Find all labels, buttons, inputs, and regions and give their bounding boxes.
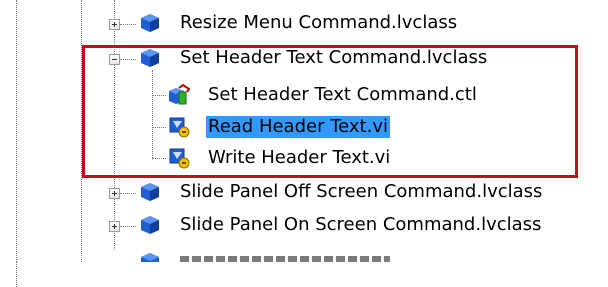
tree-item-label: Resize Menu Command.lvclass (180, 12, 458, 33)
project-tree: Resize Menu Command.lvclass Set Header T… (0, 0, 608, 262)
tree-guide-line (16, 262, 17, 287)
expand-toggle[interactable] (109, 188, 120, 199)
annotation-highlight-box (82, 45, 578, 178)
expand-toggle[interactable] (109, 221, 120, 232)
tree-item-label: Slide Panel On Screen Command.lvclass (180, 214, 542, 235)
lvclass-cube-icon (141, 183, 159, 201)
tree-guide-line (120, 24, 136, 25)
tree-guide-line (16, 0, 17, 262)
tree-guide-line (120, 226, 136, 227)
lvclass-cube-icon (141, 14, 159, 32)
blank-area (0, 262, 608, 287)
tree-item-label: Slide Panel Off Screen Command.lvclass (180, 181, 543, 202)
expand-toggle[interactable] (109, 19, 120, 30)
tree-guide-line (120, 193, 136, 194)
lvclass-cube-icon (141, 216, 159, 234)
lvclass-cube-icon (141, 253, 159, 262)
